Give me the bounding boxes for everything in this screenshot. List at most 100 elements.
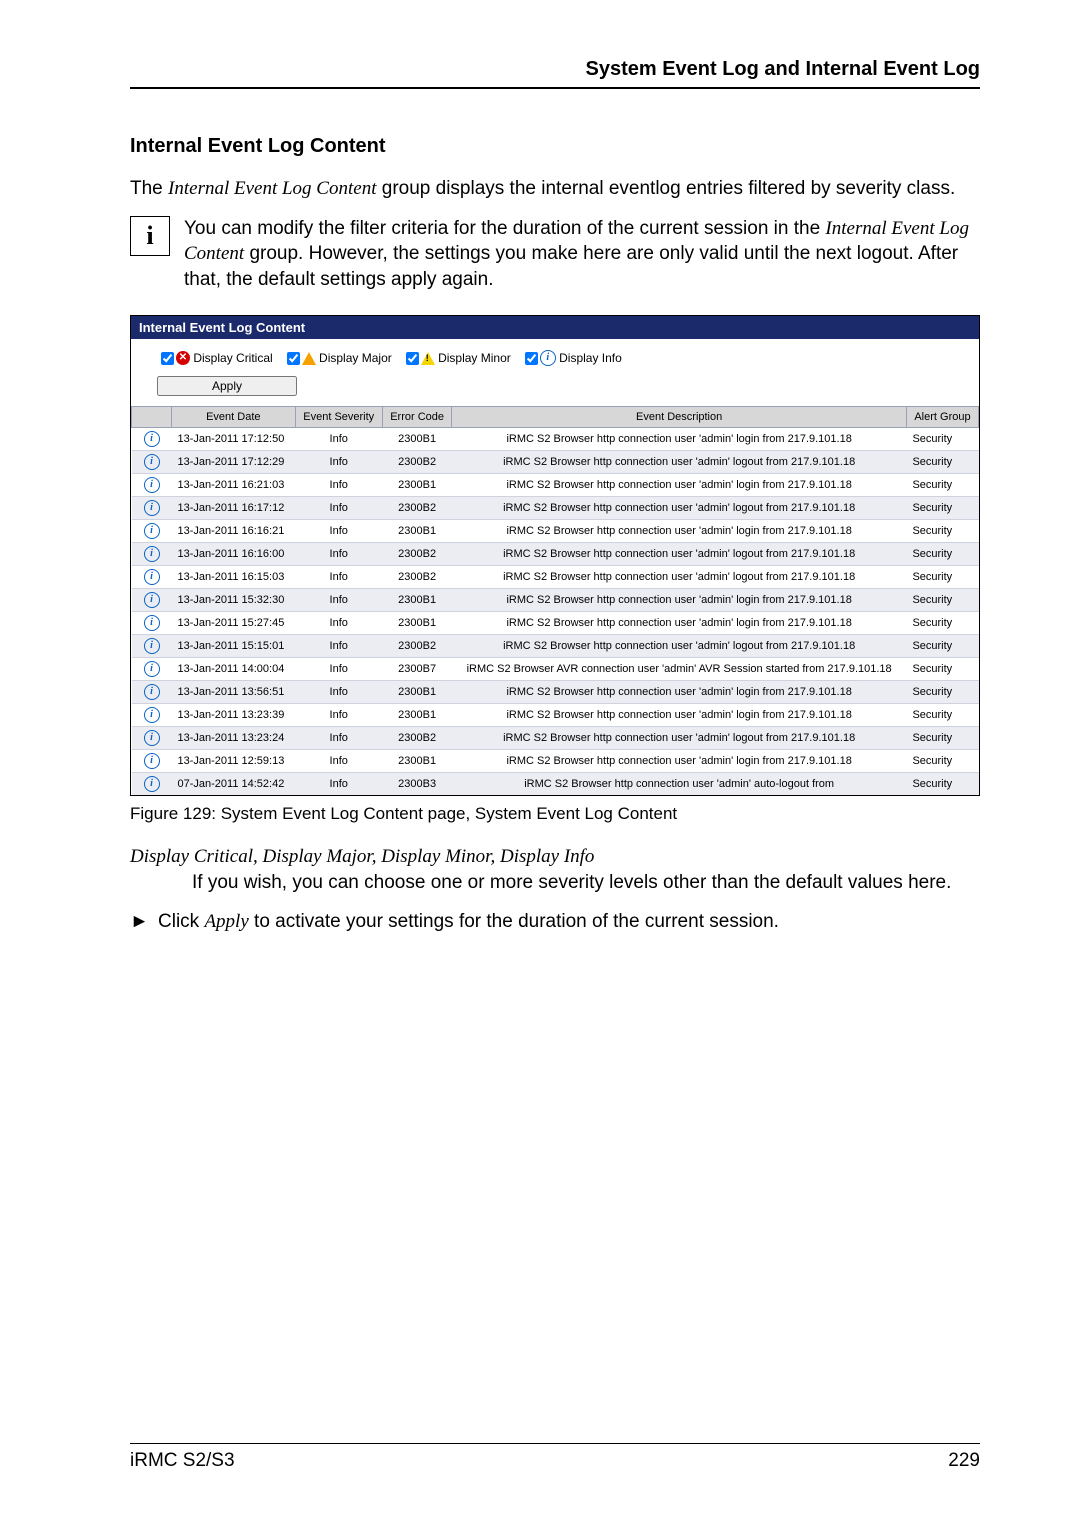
row-severity-icon: i — [132, 657, 172, 680]
row-severity-icon: i — [132, 634, 172, 657]
row-code: 2300B1 — [382, 611, 451, 634]
row-code: 2300B1 — [382, 427, 451, 450]
filter-critical[interactable]: ✕ Display Critical — [157, 349, 273, 368]
row-desc: iRMC S2 Browser http connection user 'ad… — [452, 680, 907, 703]
row-group: Security — [906, 565, 978, 588]
row-code: 2300B1 — [382, 703, 451, 726]
col-group: Alert Group — [906, 406, 978, 427]
row-date: 13-Jan-2011 15:15:01 — [172, 634, 296, 657]
row-code: 2300B2 — [382, 450, 451, 473]
bullet-em: Apply — [204, 911, 248, 932]
table-row: i13-Jan-2011 14:00:04Info2300B7iRMC S2 B… — [132, 657, 979, 680]
row-severity: Info — [295, 703, 382, 726]
table-row: i13-Jan-2011 16:16:00Info2300B2iRMC S2 B… — [132, 542, 979, 565]
row-severity-icon: i — [132, 565, 172, 588]
row-code: 2300B2 — [382, 634, 451, 657]
table-row: i13-Jan-2011 16:15:03Info2300B2iRMC S2 B… — [132, 565, 979, 588]
row-date: 13-Jan-2011 16:21:03 — [172, 473, 296, 496]
section-title: Internal Event Log Content — [130, 135, 980, 158]
table-row: i13-Jan-2011 13:56:51Info2300B1iRMC S2 B… — [132, 680, 979, 703]
row-date: 13-Jan-2011 17:12:29 — [172, 450, 296, 473]
table-row: i13-Jan-2011 15:15:01Info2300B2iRMC S2 B… — [132, 634, 979, 657]
intro-pre: The — [130, 178, 168, 199]
row-severity: Info — [295, 588, 382, 611]
row-desc: iRMC S2 Browser http connection user 'ad… — [452, 611, 907, 634]
row-severity-icon: i — [132, 542, 172, 565]
event-table: Event Date Event Severity Error Code Eve… — [131, 406, 979, 795]
apply-button[interactable]: Apply — [157, 376, 297, 396]
filter-info-checkbox[interactable] — [525, 352, 538, 365]
row-group: Security — [906, 657, 978, 680]
info-note: i You can modify the filter criteria for… — [130, 216, 980, 293]
row-date: 13-Jan-2011 13:56:51 — [172, 680, 296, 703]
row-severity: Info — [295, 726, 382, 749]
row-code: 2300B2 — [382, 565, 451, 588]
table-row: i13-Jan-2011 13:23:39Info2300B1iRMC S2 B… — [132, 703, 979, 726]
row-desc: iRMC S2 Browser http connection user 'ad… — [452, 542, 907, 565]
filter-row: ✕ Display Critical Display Major Display… — [131, 339, 979, 372]
footer-left: iRMC S2/S3 — [130, 1450, 235, 1472]
row-severity: Info — [295, 634, 382, 657]
row-desc: iRMC S2 Browser http connection user 'ad… — [452, 496, 907, 519]
bullet-post: to activate your settings for the durati… — [249, 911, 779, 932]
row-group: Security — [906, 542, 978, 565]
row-date: 13-Jan-2011 16:15:03 — [172, 565, 296, 588]
row-group: Security — [906, 726, 978, 749]
filter-minor-checkbox[interactable] — [406, 352, 419, 365]
filter-minor[interactable]: Display Minor — [402, 349, 511, 368]
row-code: 2300B7 — [382, 657, 451, 680]
row-date: 13-Jan-2011 13:23:39 — [172, 703, 296, 726]
bullet-marker-icon: ► — [130, 909, 158, 935]
row-severity: Info — [295, 473, 382, 496]
row-group: Security — [906, 772, 978, 795]
row-severity: Info — [295, 657, 382, 680]
filter-info[interactable]: i Display Info — [521, 349, 622, 368]
table-row: i13-Jan-2011 12:59:13Info2300B1iRMC S2 B… — [132, 749, 979, 772]
row-severity-icon: i — [132, 427, 172, 450]
filter-major-label: Display Major — [319, 351, 392, 365]
row-desc: iRMC S2 Browser http connection user 'ad… — [452, 519, 907, 542]
row-group: Security — [906, 450, 978, 473]
row-group: Security — [906, 496, 978, 519]
col-code: Error Code — [382, 406, 451, 427]
note-post: group. However, the settings you make he… — [184, 243, 958, 290]
table-row: i13-Jan-2011 16:17:12Info2300B2iRMC S2 B… — [132, 496, 979, 519]
filter-major-checkbox[interactable] — [287, 352, 300, 365]
row-desc: iRMC S2 Browser http connection user 'ad… — [452, 772, 907, 795]
row-group: Security — [906, 680, 978, 703]
term-line: Display Critical, Display Major, Display… — [130, 846, 980, 868]
row-date: 13-Jan-2011 15:27:45 — [172, 611, 296, 634]
row-severity: Info — [295, 772, 382, 795]
table-row: i13-Jan-2011 17:12:29Info2300B2iRMC S2 B… — [132, 450, 979, 473]
table-row: i13-Jan-2011 16:16:21Info2300B1iRMC S2 B… — [132, 519, 979, 542]
row-severity: Info — [295, 749, 382, 772]
row-severity: Info — [295, 565, 382, 588]
row-severity: Info — [295, 680, 382, 703]
row-code: 2300B2 — [382, 496, 451, 519]
row-date: 13-Jan-2011 17:12:50 — [172, 427, 296, 450]
row-severity-icon: i — [132, 703, 172, 726]
filter-critical-checkbox[interactable] — [161, 352, 174, 365]
table-row: i13-Jan-2011 13:23:24Info2300B2iRMC S2 B… — [132, 726, 979, 749]
info-severity-icon: i — [540, 350, 556, 366]
row-desc: iRMC S2 Browser http connection user 'ad… — [452, 427, 907, 450]
info-note-text: You can modify the filter criteria for t… — [184, 216, 980, 293]
bullet-item: ► Click Apply to activate your settings … — [130, 909, 980, 935]
figure-caption: Figure 129: System Event Log Content pag… — [130, 804, 980, 824]
col-desc: Event Description — [452, 406, 907, 427]
filter-major[interactable]: Display Major — [283, 349, 392, 368]
row-desc: iRMC S2 Browser AVR connection user 'adm… — [452, 657, 907, 680]
row-severity-icon: i — [132, 473, 172, 496]
row-group: Security — [906, 634, 978, 657]
row-group: Security — [906, 427, 978, 450]
row-severity-icon: i — [132, 749, 172, 772]
eventlog-figure: Internal Event Log Content ✕ Display Cri… — [130, 315, 980, 796]
row-date: 13-Jan-2011 12:59:13 — [172, 749, 296, 772]
row-code: 2300B1 — [382, 473, 451, 496]
footer-right: 229 — [948, 1450, 980, 1472]
term-desc: If you wish, you can choose one or more … — [192, 870, 980, 896]
row-code: 2300B1 — [382, 749, 451, 772]
row-group: Security — [906, 588, 978, 611]
row-severity: Info — [295, 611, 382, 634]
row-date: 13-Jan-2011 14:00:04 — [172, 657, 296, 680]
